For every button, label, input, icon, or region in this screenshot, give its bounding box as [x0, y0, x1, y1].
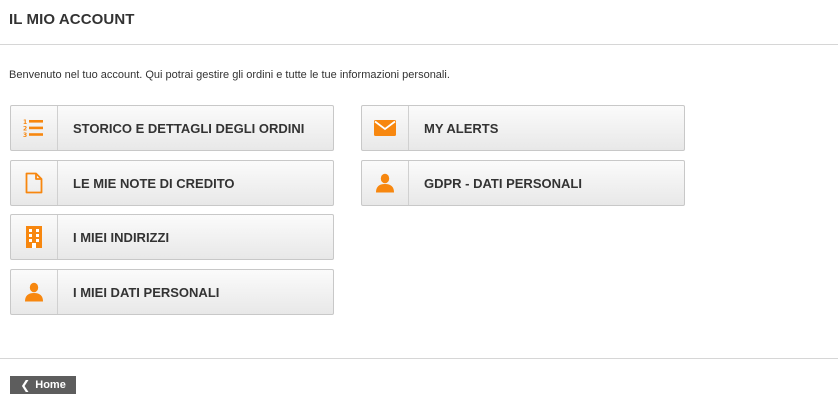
user-icon — [11, 270, 58, 314]
gdpr-data-button[interactable]: GDPR - DATI PERSONALI — [361, 160, 685, 206]
svg-text:3: 3 — [23, 132, 27, 138]
credit-notes-label: LE MIE NOTE DI CREDITO — [73, 175, 235, 191]
personal-data-label: I MIEI DATI PERSONALI — [73, 284, 220, 300]
envelope-icon — [362, 106, 409, 150]
welcome-text: Benvenuto nel tuo account. Qui potrai ge… — [9, 69, 450, 81]
home-label: Home — [35, 379, 66, 391]
personal-data-button[interactable]: I MIEI DATI PERSONALI — [10, 269, 334, 315]
orders-history-label: STORICO E DETTAGLI DEGLI ORDINI — [73, 120, 305, 136]
chevron-left-icon: ❮ — [20, 378, 31, 392]
orders-history-button[interactable]: 1 2 3 STORICO E DETTAGLI DEGLI ORDINI — [10, 105, 334, 151]
home-button[interactable]: ❮ Home — [10, 376, 76, 394]
addresses-label: I MIEI INDIRIZZI — [73, 229, 170, 245]
building-icon — [11, 215, 58, 259]
list-ordered-icon: 1 2 3 — [11, 106, 58, 150]
my-alerts-button[interactable]: MY ALERTS — [361, 105, 685, 151]
my-alerts-label: MY ALERTS — [424, 120, 499, 136]
footer-divider — [0, 358, 838, 359]
addresses-button[interactable]: I MIEI INDIRIZZI — [10, 214, 334, 260]
gdpr-data-label: GDPR - DATI PERSONALI — [424, 175, 582, 191]
document-icon — [11, 161, 58, 205]
credit-notes-button[interactable]: LE MIE NOTE DI CREDITO — [10, 160, 334, 206]
header-divider — [0, 44, 838, 45]
page-title: IL MIO ACCOUNT — [9, 11, 135, 28]
user-icon — [362, 161, 409, 205]
